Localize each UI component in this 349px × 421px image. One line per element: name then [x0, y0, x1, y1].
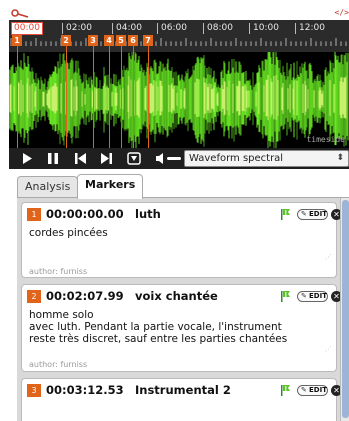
marker-line: [148, 46, 149, 148]
waveform-display[interactable]: timeside: [8, 49, 349, 152]
marker-title: luth: [135, 207, 161, 221]
time-ruler[interactable]: 00:00 02:00 04:00 06:00 08:00 10:00 12:0…: [9, 20, 349, 52]
edit-button-label: EDIT: [309, 292, 327, 300]
marker-card: 3 00:03:12.53 Instrumental 2 ✎ EDIT ✕: [21, 378, 342, 421]
player-header: </>: [9, 8, 349, 20]
marker-description-line: reste très discret, sauf entre les parti…: [29, 333, 288, 345]
marker-flag[interactable]: 3: [88, 35, 98, 46]
marker-line: [17, 46, 18, 148]
marker-flag-icon[interactable]: [280, 208, 292, 221]
marker-list-scrollbar[interactable]: [340, 198, 349, 421]
skip-forward-icon[interactable]: [99, 151, 115, 166]
marker-description-line: cordes pincées: [29, 227, 108, 239]
edit-button[interactable]: ✎ EDIT: [297, 385, 328, 396]
pencil-icon: ✎: [301, 210, 307, 218]
select-arrows-icon: ⬍: [336, 153, 344, 163]
marker-card-header: 3 00:03:12.53 Instrumental 2 ✎ EDIT ✕: [27, 383, 342, 398]
marker-flag-icon[interactable]: [280, 290, 292, 303]
marker-line: [66, 46, 67, 148]
marker-description: homme solo avec luth. Pendant la partie …: [29, 309, 331, 345]
play-icon[interactable]: [19, 151, 35, 166]
resize-grip-icon[interactable]: ⋰: [325, 253, 332, 261]
waveform-brand-label: timeside: [306, 135, 345, 144]
marker-number-badge: 2: [27, 290, 41, 303]
marker-time: 00:02:07.99: [46, 289, 124, 303]
audio-player: </> 00:00 02:00 04:00 06:00 08:00 10:00 …: [8, 8, 349, 169]
ruler-tick-current: 00:00: [11, 22, 43, 35]
ruler-tick: 06:00: [157, 23, 187, 34]
volume-icon[interactable]: [154, 151, 182, 166]
ruler-minor-ticks: [10, 38, 347, 46]
marker-line: [93, 46, 94, 148]
marker-time: 00:00:00.00: [46, 207, 124, 221]
marker-flag[interactable]: 7: [143, 35, 153, 46]
pencil-icon: ✎: [301, 386, 307, 394]
marker-card: 1 00:00:00.00 luth ✎ EDIT ✕ cordes pincée…: [21, 202, 342, 278]
skip-back-icon[interactable]: [72, 151, 88, 166]
marker-line: [121, 46, 122, 148]
marker-time: 00:03:12.53: [46, 383, 124, 397]
marker-line: [109, 46, 110, 148]
marker-number-badge: 3: [27, 384, 41, 397]
marker-flag[interactable]: 2: [61, 35, 71, 46]
ruler-tick: 12:00: [295, 23, 325, 34]
tab-analysis[interactable]: Analysis: [17, 176, 79, 198]
waveform-graph: [8, 49, 349, 152]
pause-icon[interactable]: [45, 151, 61, 166]
marker-flag[interactable]: 5: [116, 35, 126, 46]
marker-description-line: avec luth. Pendant la partie vocale, l'i…: [29, 321, 282, 333]
marker-number-badge: 1: [27, 208, 41, 221]
add-marker-icon[interactable]: [126, 151, 142, 166]
scrollbar-thumb[interactable]: [342, 200, 349, 418]
marker-card: 2 00:02:07.99 voix chantée ✎ EDIT ✕ homme…: [21, 284, 342, 372]
pencil-icon: ✎: [301, 292, 307, 300]
marker-card-header: 1 00:00:00.00 luth ✎ EDIT ✕: [27, 207, 342, 222]
marker-list: 1 00:00:00.00 luth ✎ EDIT ✕ cordes pincée…: [17, 198, 349, 421]
edit-button-label: EDIT: [309, 386, 327, 394]
marker-flag[interactable]: 6: [128, 35, 138, 46]
ruler-tick: 04:00: [112, 23, 142, 34]
marker-flag[interactable]: 4: [104, 35, 114, 46]
tab-markers[interactable]: Markers: [77, 174, 144, 199]
edit-button[interactable]: ✎ EDIT: [297, 209, 328, 220]
marker-description: cordes pincées: [29, 227, 331, 239]
marker-flag[interactable]: 1: [12, 35, 22, 46]
view-mode-selected: Waveform spectral: [189, 153, 284, 164]
edit-button-label: EDIT: [309, 210, 327, 218]
player-controls: Waveform spectral ⬍: [9, 148, 349, 169]
tab-bar: Analysis Markers: [17, 174, 349, 199]
player-logo-icon: [11, 9, 29, 18]
marker-author: author: furniss: [29, 360, 88, 369]
marker-line: [133, 46, 134, 148]
ruler-tick: 08:00: [203, 23, 233, 34]
ruler-tick: 02:00: [62, 23, 92, 34]
marker-description-line: homme solo: [29, 309, 94, 321]
marker-title: Instrumental 2: [135, 383, 231, 397]
marker-author: author: furniss: [29, 267, 88, 276]
embed-code-icon[interactable]: </>: [335, 8, 349, 17]
edit-button[interactable]: ✎ EDIT: [297, 291, 328, 302]
view-mode-select[interactable]: Waveform spectral ⬍: [184, 150, 349, 167]
marker-title: voix chantée: [135, 289, 218, 303]
marker-card-header: 2 00:02:07.99 voix chantée ✎ EDIT ✕: [27, 289, 342, 304]
ruler-tick: 10:00: [249, 23, 279, 34]
marker-flag-icon[interactable]: [280, 384, 292, 397]
resize-grip-icon[interactable]: ⋰: [325, 345, 332, 353]
